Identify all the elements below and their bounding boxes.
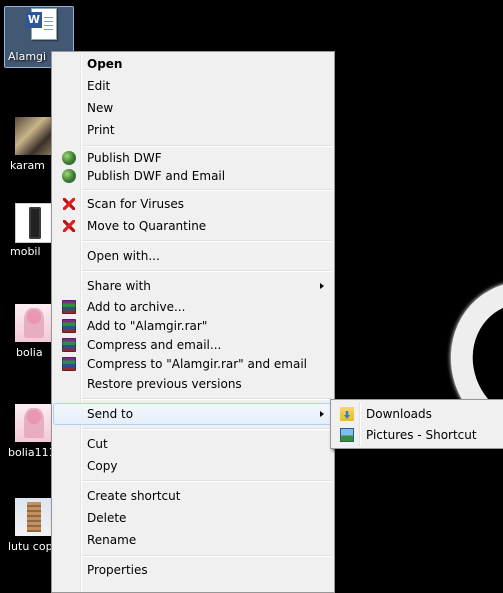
menu-separator	[82, 240, 332, 242]
drawing-image-icon	[15, 304, 53, 342]
menu-item-compress-email[interactable]: Compress and email...	[54, 335, 332, 355]
menu-separator	[82, 189, 332, 191]
menu-item-compress-rar-email[interactable]: Compress to "Alamgir.rar" and email	[54, 354, 332, 374]
menu-item-publish-dwf-email[interactable]: Publish DWF and Email	[54, 166, 332, 186]
menu-item-open-with[interactable]: Open with...	[54, 246, 332, 266]
submenu-arrow-icon	[320, 283, 324, 289]
menu-item-restore-versions[interactable]: Restore previous versions	[54, 374, 332, 394]
menu-item-edit[interactable]: Edit	[54, 76, 332, 96]
winrar-icon	[62, 319, 76, 333]
menu-separator	[82, 555, 332, 557]
menu-item-delete[interactable]: Delete	[54, 508, 332, 528]
dwf-globe-icon	[62, 151, 76, 165]
winrar-icon	[62, 338, 76, 352]
submenu-arrow-icon	[320, 411, 324, 417]
building-image-icon	[15, 498, 53, 536]
menu-separator	[82, 145, 332, 147]
winrar-icon	[62, 300, 76, 314]
menu-item-publish-dwf[interactable]: Publish DWF	[54, 148, 332, 168]
menu-item-open[interactable]: Open	[54, 54, 332, 74]
menu-item-move-quarantine[interactable]: Move to Quarantine	[54, 216, 332, 236]
menu-item-copy[interactable]: Copy	[54, 456, 332, 476]
drawing-image-icon	[15, 404, 53, 442]
menu-item-new[interactable]: New	[54, 98, 332, 118]
phone-image-icon	[15, 203, 55, 243]
menu-item-rename[interactable]: Rename	[54, 530, 332, 550]
menu-item-print[interactable]: Print	[54, 120, 332, 140]
menu-item-add-archive[interactable]: Add to archive...	[54, 297, 332, 317]
send-to-submenu: Downloads Pictures - Shortcut	[330, 399, 503, 449]
menu-item-add-to-rar[interactable]: Add to "Alamgir.rar"	[54, 316, 332, 336]
word-document-icon: W	[17, 8, 57, 46]
submenu-item-downloads[interactable]: Downloads	[333, 404, 501, 424]
menu-item-cut[interactable]: Cut	[54, 434, 332, 454]
downloads-folder-icon	[340, 407, 354, 421]
menu-separator	[82, 270, 332, 272]
pictures-shortcut-icon	[340, 428, 354, 442]
photo-thumbnail-icon	[15, 117, 53, 155]
menu-separator	[82, 398, 332, 400]
context-menu: Open Edit New Print Publish DWF Publish …	[51, 51, 335, 593]
menu-item-scan-viruses[interactable]: Scan for Viruses	[54, 194, 332, 214]
menu-item-share-with[interactable]: Share with	[54, 276, 332, 296]
menu-item-properties[interactable]: Properties	[54, 560, 332, 580]
dwf-globe-icon	[62, 169, 76, 183]
antivirus-icon	[62, 219, 76, 233]
menu-separator	[82, 428, 332, 430]
menu-item-create-shortcut[interactable]: Create shortcut	[54, 486, 332, 506]
submenu-item-pictures-shortcut[interactable]: Pictures - Shortcut	[333, 425, 501, 445]
menu-item-send-to[interactable]: Send to	[53, 403, 333, 425]
menu-separator	[82, 480, 332, 482]
antivirus-icon	[62, 197, 76, 211]
winrar-icon	[62, 357, 76, 371]
